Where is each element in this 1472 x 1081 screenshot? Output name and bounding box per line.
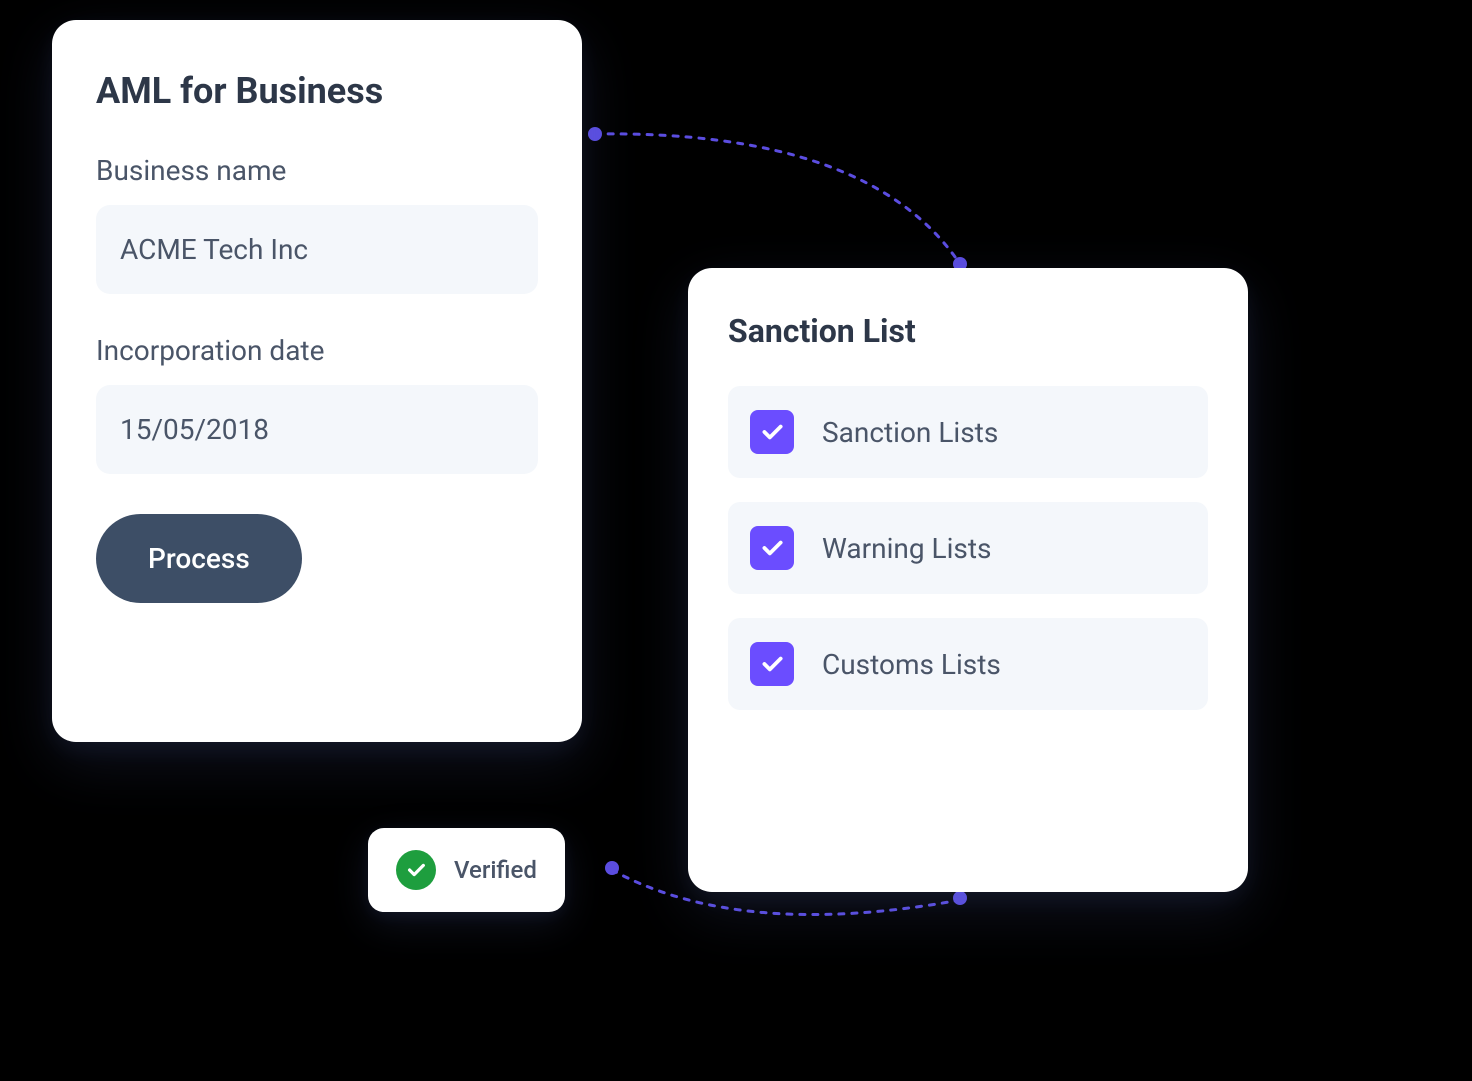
incorporation-date-input[interactable] (96, 385, 538, 474)
checkbox-sanction-lists[interactable] (750, 410, 794, 454)
aml-form-card: AML for Business Business name Incorpora… (52, 20, 582, 742)
verified-label: Verified (454, 856, 537, 884)
check-icon (759, 535, 785, 561)
list-item-label: Sanction Lists (822, 416, 998, 449)
verified-check-icon (396, 850, 436, 890)
checkbox-warning-lists[interactable] (750, 526, 794, 570)
sanction-list-card: Sanction List Sanction Lists Warning Lis… (688, 268, 1248, 892)
process-button[interactable]: Process (96, 514, 302, 603)
business-name-input[interactable] (96, 205, 538, 294)
list-item: Customs Lists (728, 618, 1208, 710)
sanction-list-title: Sanction List (728, 312, 1208, 350)
check-icon (759, 651, 785, 677)
list-item: Sanction Lists (728, 386, 1208, 478)
list-item-label: Warning Lists (822, 532, 991, 565)
aml-form-title: AML for Business (96, 70, 538, 112)
list-item-label: Customs Lists (822, 648, 1001, 681)
list-item: Warning Lists (728, 502, 1208, 594)
checkbox-customs-lists[interactable] (750, 642, 794, 686)
business-name-label: Business name (96, 154, 538, 187)
incorporation-date-label: Incorporation date (96, 334, 538, 367)
verified-badge: Verified (368, 828, 565, 912)
check-icon (759, 419, 785, 445)
